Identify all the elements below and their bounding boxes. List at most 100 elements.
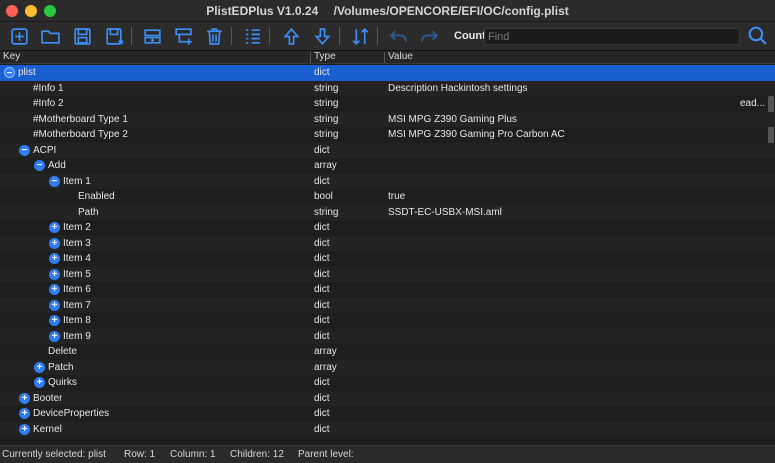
expand-icon[interactable]: + (49, 268, 60, 280)
type-column-header[interactable]: Type (311, 51, 336, 64)
key-cell[interactable]: Path (78, 207, 99, 219)
plist-tree[interactable]: − plist dict #Info 1 string Description Hacki… (0, 65, 775, 445)
key-cell[interactable]: #Motherboard Type 2 (33, 129, 128, 141)
key-cell[interactable]: Item 5 (63, 269, 91, 281)
type-cell[interactable]: bool (314, 191, 333, 203)
expand-icon[interactable]: + (49, 330, 60, 342)
type-cell[interactable]: dict (314, 300, 330, 312)
type-cell[interactable]: dict (314, 408, 330, 420)
tree-row[interactable]: + Item 7 dict (0, 297, 775, 313)
open-folder-icon[interactable] (39, 25, 61, 47)
tree-row[interactable]: #Info 1 string Description Hackintosh sett… (0, 80, 775, 96)
value-cell[interactable]: ead... (740, 98, 768, 110)
find-input[interactable] (484, 28, 740, 45)
move-down-icon[interactable] (311, 25, 333, 47)
value-cell[interactable]: Description Hackintosh settings (388, 83, 528, 95)
expand-icon[interactable]: + (19, 392, 30, 404)
tree-row[interactable]: Enabled bool true (0, 189, 775, 205)
type-cell[interactable]: dict (314, 222, 330, 234)
tree-row[interactable]: + Item 4 dict (0, 251, 775, 267)
key-cell[interactable]: Item 4 (63, 253, 91, 265)
type-cell[interactable]: dict (314, 176, 330, 188)
new-file-icon[interactable] (8, 25, 30, 47)
search-icon[interactable] (747, 25, 769, 47)
move-up-icon[interactable] (280, 25, 302, 47)
value-cell[interactable]: MSI MPG Z390 Gaming Pro Carbon AC (388, 129, 565, 141)
expand-icon[interactable]: + (19, 408, 30, 419)
type-cell[interactable]: dict (314, 377, 330, 389)
tree-row[interactable]: + Item 9 dict (0, 328, 775, 344)
save-icon[interactable] (71, 25, 93, 47)
collapse-icon[interactable]: − (19, 144, 30, 156)
expand-icon[interactable]: + (34, 361, 45, 373)
value-column-header[interactable]: Value (385, 51, 413, 64)
expand-icon[interactable]: + (49, 237, 60, 249)
key-cell[interactable]: #Info 2 (33, 98, 64, 110)
type-cell[interactable]: dict (314, 424, 330, 436)
key-cell[interactable]: Item 7 (63, 300, 91, 312)
key-cell[interactable]: ACPI (33, 145, 56, 157)
tree-row[interactable]: + Item 3 dict (0, 235, 775, 251)
expand-icon[interactable]: + (49, 299, 60, 311)
key-cell[interactable]: Quirks (48, 377, 77, 389)
type-cell[interactable]: string (314, 114, 338, 126)
save-as-icon[interactable] (103, 25, 125, 47)
type-cell[interactable]: dict (314, 269, 330, 281)
tree-row[interactable]: + Item 2 dict (0, 220, 775, 236)
redo-icon[interactable] (418, 25, 440, 47)
key-cell[interactable]: Patch (48, 362, 74, 374)
expand-icon[interactable]: + (34, 377, 45, 388)
key-cell[interactable]: Kernel (33, 424, 62, 436)
sort-icon[interactable] (349, 25, 371, 47)
key-cell[interactable]: Item 9 (63, 331, 91, 343)
type-cell[interactable]: dict (314, 67, 330, 79)
type-cell[interactable]: array (314, 160, 337, 172)
tree-row[interactable]: + DeviceProperties dict (0, 406, 775, 422)
key-cell[interactable]: Item 3 (63, 238, 91, 250)
tree-row[interactable]: Delete array (0, 344, 775, 360)
key-cell[interactable]: Item 2 (63, 222, 91, 234)
value-cell[interactable]: MSI MPG Z390 Gaming Plus (388, 114, 517, 126)
key-cell[interactable]: #Info 1 (33, 83, 64, 95)
tree-row[interactable]: + Quirks dict (0, 375, 775, 391)
tree-row[interactable]: − Item 1 dict (0, 173, 775, 189)
key-cell[interactable]: Item 6 (63, 284, 91, 296)
collapse-icon[interactable]: − (34, 160, 45, 171)
type-cell[interactable]: dict (314, 284, 330, 296)
value-cell[interactable]: true (388, 191, 405, 203)
key-cell[interactable]: Item 1 (63, 176, 91, 188)
key-cell[interactable]: DeviceProperties (33, 408, 109, 420)
expand-icon[interactable]: + (49, 284, 60, 295)
type-cell[interactable]: string (314, 207, 338, 219)
collapse-icon[interactable]: − (49, 175, 60, 187)
tree-row[interactable]: #Motherboard Type 2 string MSI MPG Z390 Ga… (0, 127, 775, 143)
tree-row[interactable]: + Item 5 dict (0, 266, 775, 282)
tree-row[interactable]: #Info 2 string ead... (0, 96, 775, 112)
collapse-icon[interactable]: − (4, 67, 15, 79)
list-view-icon[interactable] (241, 25, 263, 47)
tree-row[interactable]: + Item 6 dict (0, 282, 775, 298)
key-cell[interactable]: Delete (48, 346, 77, 358)
tree-row[interactable]: − Add array (0, 158, 775, 174)
type-cell[interactable]: string (314, 98, 338, 110)
key-cell[interactable]: Add (48, 160, 66, 172)
expand-icon[interactable]: + (49, 315, 60, 326)
key-cell[interactable]: plist (18, 67, 36, 79)
tree-row[interactable]: − ACPI dict (0, 142, 775, 158)
key-cell[interactable]: Item 8 (63, 315, 91, 327)
type-cell[interactable]: dict (314, 331, 330, 343)
tree-row[interactable]: + Patch array (0, 359, 775, 375)
type-cell[interactable]: dict (314, 238, 330, 250)
tree-row[interactable]: #Motherboard Type 1 string MSI MPG Z390 Ga… (0, 111, 775, 127)
key-cell[interactable]: Enabled (78, 191, 115, 203)
type-cell[interactable]: dict (314, 253, 330, 265)
undo-icon[interactable] (387, 25, 409, 47)
expand-icon[interactable]: + (49, 222, 60, 233)
add-sibling-icon[interactable] (141, 25, 163, 47)
add-child-icon[interactable] (172, 25, 194, 47)
tree-row[interactable]: + Booter dict (0, 390, 775, 406)
type-cell[interactable]: dict (314, 315, 330, 327)
type-cell[interactable]: string (314, 129, 338, 141)
expand-icon[interactable]: + (49, 253, 60, 264)
key-cell[interactable]: #Motherboard Type 1 (33, 114, 128, 126)
